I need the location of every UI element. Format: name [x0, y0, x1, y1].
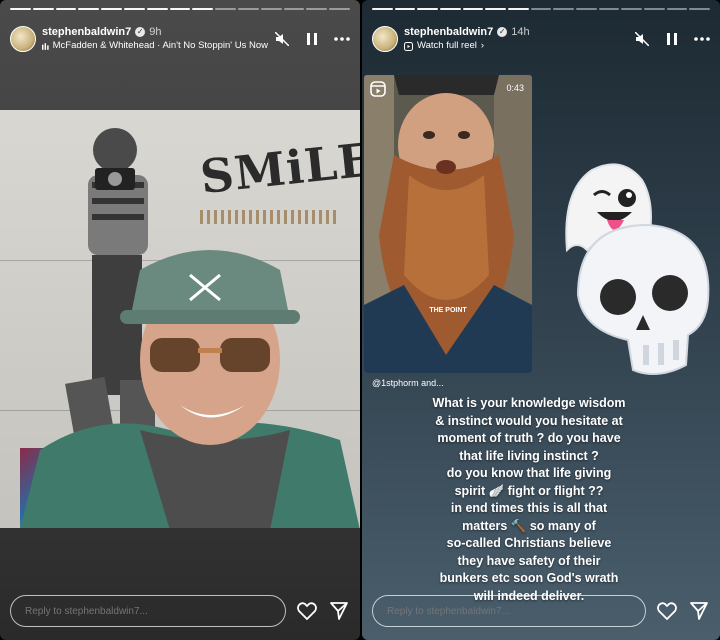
progress-segment	[530, 8, 552, 10]
user-line: stephenbaldwin7 ✓ 14h	[404, 25, 628, 39]
story-meta: stephenbaldwin7 ✓ 9h McFadden & Whitehea…	[42, 25, 268, 53]
story-viewer: stephenbaldwin7 ✓ 9h McFadden & Whitehea…	[0, 0, 720, 640]
progress-segment	[553, 8, 575, 10]
progress-segment	[666, 8, 688, 10]
progress-segment	[440, 8, 461, 10]
progress-segment	[462, 8, 484, 10]
watch-reel-label: Watch full reel	[417, 40, 477, 51]
progress-segment	[508, 8, 529, 10]
story-panel-right[interactable]: stephenbaldwin7 ✓ 14h Watch full reel ›	[362, 0, 720, 640]
verified-badge-icon: ✓	[497, 27, 508, 37]
progress-segment	[78, 8, 100, 10]
pause-icon	[667, 33, 677, 45]
story-controls	[274, 31, 350, 47]
reply-bar	[372, 594, 710, 628]
skull-sticker-icon[interactable]	[558, 215, 718, 385]
progress-segment	[576, 8, 597, 10]
reel-thumbnail[interactable]: 0:43 THE POINT	[364, 75, 532, 373]
reel-timer: 0:43	[506, 83, 524, 93]
progress-segment	[146, 8, 168, 10]
progress-segment	[123, 8, 145, 10]
reel-caption: THE POINT	[429, 307, 467, 314]
progress-segment	[283, 8, 305, 10]
mute-icon	[275, 32, 289, 46]
story-time: 14h	[511, 26, 530, 38]
mute-button[interactable]	[274, 31, 290, 47]
progress-segment	[329, 8, 350, 10]
audio-label: McFadden & Whitehead · Ain't No Stoppin'…	[52, 40, 268, 51]
avatar[interactable]	[372, 26, 398, 52]
verified-badge-icon: ✓	[135, 27, 146, 37]
progress-segment	[32, 8, 54, 10]
pause-icon	[307, 33, 317, 45]
heart-icon	[657, 602, 677, 620]
progress-segment	[192, 8, 214, 10]
progress-segment	[169, 8, 191, 10]
story-controls	[634, 31, 710, 47]
more-dots-icon	[694, 37, 710, 41]
avatar[interactable]	[10, 26, 36, 52]
progress-segment	[10, 8, 31, 10]
story-time: 9h	[149, 26, 162, 38]
like-button[interactable]	[656, 600, 678, 622]
watch-reel-link[interactable]: Watch full reel ›	[404, 39, 628, 53]
send-icon	[330, 602, 348, 620]
selfie-person	[20, 250, 360, 528]
pause-button[interactable]	[304, 31, 320, 47]
graffiti-text: SMiLE!	[197, 129, 360, 205]
progress-segment	[55, 8, 77, 10]
more-button[interactable]	[694, 31, 710, 47]
mute-icon	[635, 32, 649, 46]
progress-segment	[372, 8, 393, 10]
progress-segment	[260, 8, 282, 10]
reel-icon	[370, 81, 386, 97]
story-header: stephenbaldwin7 ✓ 14h Watch full reel ›	[372, 22, 710, 56]
mention-text[interactable]: @1stphorm and...	[372, 378, 444, 388]
story-panel-left[interactable]: stephenbaldwin7 ✓ 9h McFadden & Whitehea…	[0, 0, 360, 640]
chevron-right-icon: ›	[480, 40, 485, 51]
username[interactable]: stephenbaldwin7	[42, 25, 131, 39]
mute-button[interactable]	[634, 31, 650, 47]
share-button[interactable]	[688, 600, 710, 622]
reply-input[interactable]	[10, 595, 286, 627]
like-button[interactable]	[296, 600, 318, 622]
progress-segment	[644, 8, 665, 10]
more-button[interactable]	[334, 31, 350, 47]
story-header: stephenbaldwin7 ✓ 9h McFadden & Whitehea…	[10, 22, 350, 56]
more-dots-icon	[334, 37, 350, 41]
progress-segment	[101, 8, 122, 10]
progress-segment	[215, 8, 236, 10]
story-photo: SMiLE!	[0, 110, 360, 528]
progress-segment	[689, 8, 711, 10]
story-caption: What is your knowledge wisdom & instinct…	[432, 396, 626, 603]
heart-icon	[297, 602, 317, 620]
progress-segment	[306, 8, 328, 10]
audio-line[interactable]: McFadden & Whitehead · Ain't No Stoppin'…	[42, 39, 268, 53]
story-meta: stephenbaldwin7 ✓ 14h Watch full reel ›	[404, 25, 628, 53]
progress-segment	[621, 8, 643, 10]
progress-segment	[485, 8, 507, 10]
progress-segment	[394, 8, 416, 10]
progress-segment	[598, 8, 620, 10]
reply-bar	[10, 594, 350, 628]
pause-button[interactable]	[664, 31, 680, 47]
bearded-man-image	[364, 75, 532, 373]
reply-input[interactable]	[372, 595, 646, 627]
story-progress	[10, 8, 350, 10]
progress-segment	[237, 8, 259, 10]
reel-icon	[404, 41, 413, 51]
music-bars-icon	[42, 42, 49, 50]
user-line: stephenbaldwin7 ✓ 9h	[42, 25, 268, 39]
graffiti-drip	[200, 210, 340, 224]
share-button[interactable]	[328, 600, 350, 622]
progress-segment	[417, 8, 439, 10]
send-icon	[690, 602, 708, 620]
username[interactable]: stephenbaldwin7	[404, 25, 493, 39]
story-progress	[372, 8, 711, 10]
